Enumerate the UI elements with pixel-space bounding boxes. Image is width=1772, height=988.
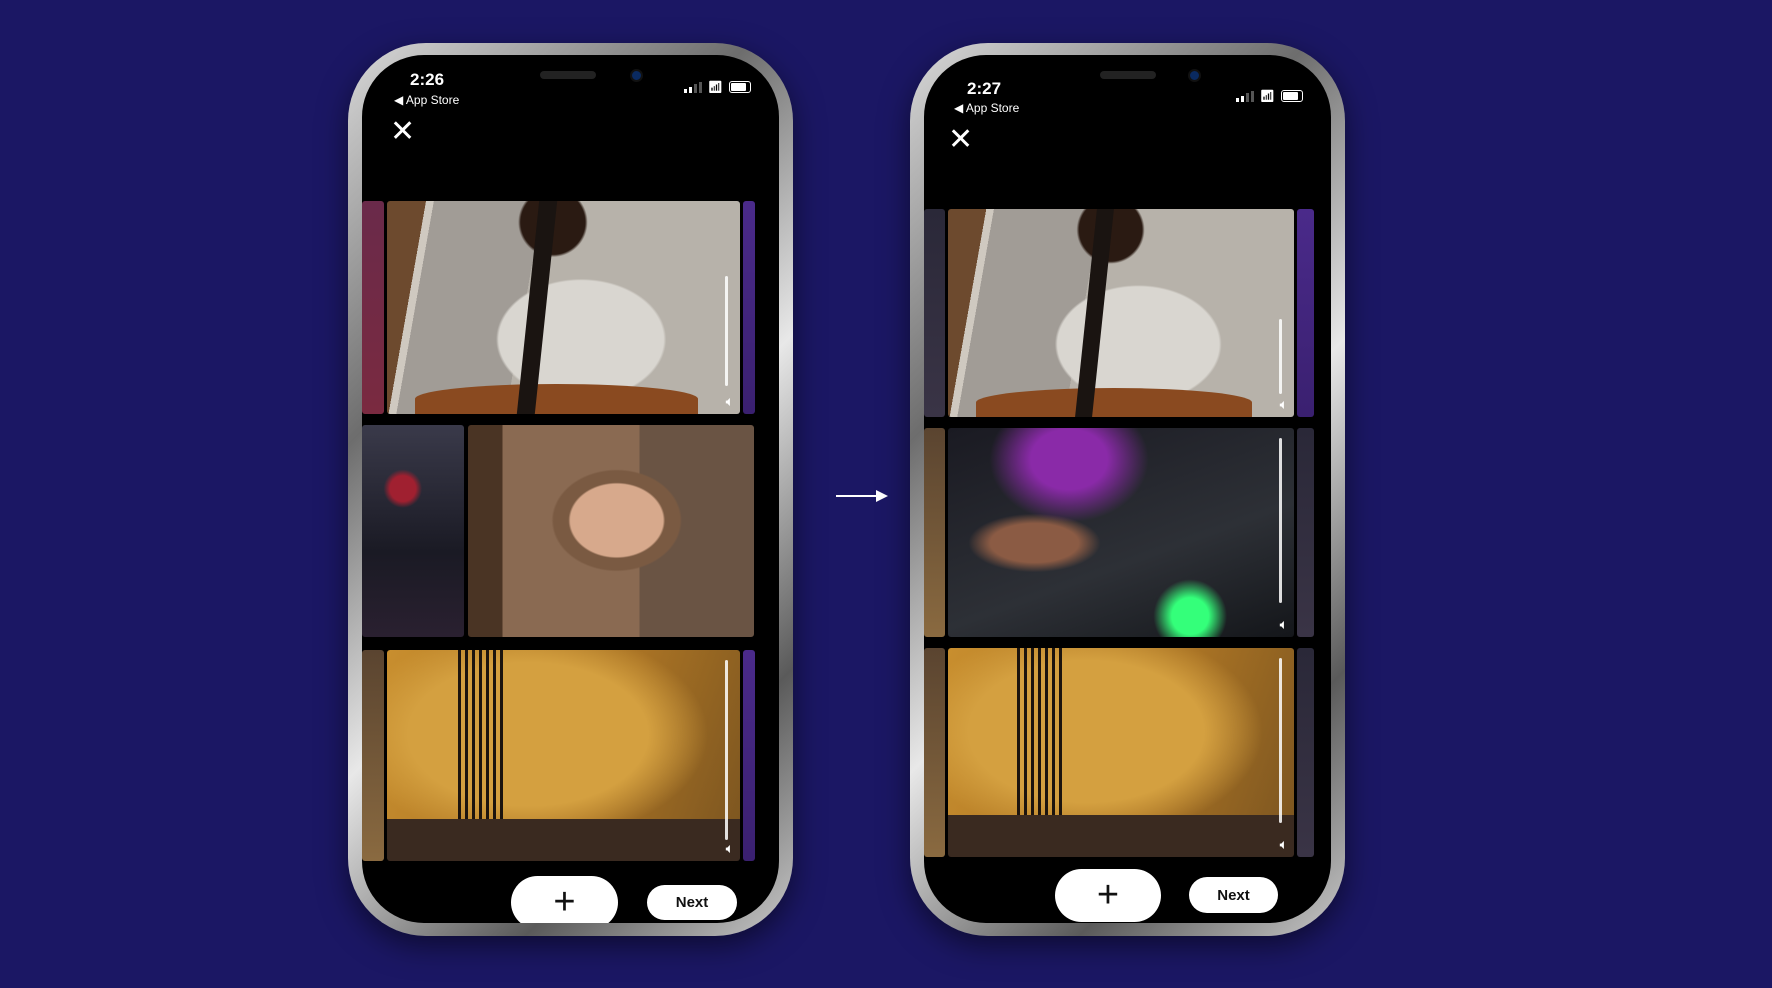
back-label: App Store (405, 93, 460, 107)
phone-after: 2:27 ◀ App Store 📶︎ ✕ 🔈︎ 🔈︎ 🔈︎ + Next (910, 43, 1345, 936)
tile-strip-next (743, 650, 755, 861)
battery-icon (729, 81, 751, 93)
tile-strip-next (1297, 428, 1314, 637)
front-camera (1188, 69, 1201, 82)
volume-slider[interactable] (1279, 658, 1282, 823)
phone-screen: 2:26 ◀ App Store 📶︎ ✕ 🔈︎ 🔈︎ + Next (362, 55, 779, 923)
speaker-icon[interactable]: 🔈︎ (1280, 616, 1288, 633)
back-to-app-store[interactable]: ◀ App Store (954, 101, 1019, 115)
tile-strip-next (1297, 648, 1314, 857)
signal-icon (1235, 90, 1254, 102)
phone-screen: 2:27 ◀ App Store 📶︎ ✕ 🔈︎ 🔈︎ 🔈︎ + Next (924, 55, 1331, 923)
cellist-video[interactable]: 🔈︎ (948, 209, 1294, 417)
tile-strip-prev (924, 648, 945, 857)
speaker-icon[interactable]: 🔈︎ (726, 840, 734, 857)
back-label: App Store (965, 101, 1020, 115)
speaker-icon[interactable]: 🔈︎ (1280, 836, 1288, 853)
battery-icon (1281, 90, 1303, 102)
volume-slider[interactable] (725, 660, 728, 840)
wifi-icon: 📶︎ (1259, 89, 1275, 103)
plus-icon: + (553, 881, 576, 923)
add-track-button[interactable]: + (1055, 869, 1161, 922)
volume-slider[interactable] (1279, 319, 1282, 394)
tile-strip-next (1297, 209, 1314, 417)
back-to-app-store[interactable]: ◀ App Store (394, 93, 459, 107)
tile-strip-prev (924, 428, 945, 637)
mixer-video[interactable]: 🔈︎ (948, 428, 1294, 637)
cellist-video[interactable]: 🔈︎ (387, 201, 740, 414)
close-icon[interactable]: ✕ (948, 125, 973, 155)
next-button[interactable]: Next (1189, 877, 1278, 913)
status-icons: 📶︎ (683, 80, 751, 94)
tile-strip-prev (362, 650, 384, 861)
tile-strip-prev (362, 425, 464, 637)
speaker-icon[interactable]: 🔈︎ (726, 393, 734, 410)
tile-strip-next (743, 201, 755, 414)
signal-icon (683, 81, 702, 93)
back-triangle-icon: ◀ (954, 101, 966, 115)
add-track-button[interactable]: + (511, 876, 618, 923)
bassist-video[interactable]: 🔈︎ (948, 648, 1294, 857)
front-camera (630, 69, 643, 82)
speaker (1100, 71, 1156, 79)
back-triangle-icon: ◀ (394, 93, 406, 107)
speaker-icon[interactable]: 🔈︎ (1280, 396, 1288, 413)
status-time: 2:26 (410, 70, 445, 89)
volume-slider[interactable] (1279, 438, 1282, 603)
arrow-right-icon (836, 490, 888, 502)
next-button[interactable]: Next (647, 885, 737, 920)
speaker (540, 71, 596, 79)
plus-icon: + (1096, 874, 1120, 916)
wifi-icon: 📶︎ (707, 80, 723, 94)
volume-slider[interactable] (725, 276, 728, 386)
tile-strip-prev (362, 201, 384, 414)
status-time: 2:27 (967, 79, 1002, 98)
phone-before: 2:26 ◀ App Store 📶︎ ✕ 🔈︎ 🔈︎ + Next (348, 43, 793, 936)
status-icons: 📶︎ (1235, 89, 1303, 103)
tile-strip-prev (924, 209, 945, 417)
bassist-video[interactable]: 🔈︎ (387, 650, 740, 861)
close-icon[interactable]: ✕ (390, 117, 415, 147)
vocalist-video[interactable] (468, 425, 754, 637)
